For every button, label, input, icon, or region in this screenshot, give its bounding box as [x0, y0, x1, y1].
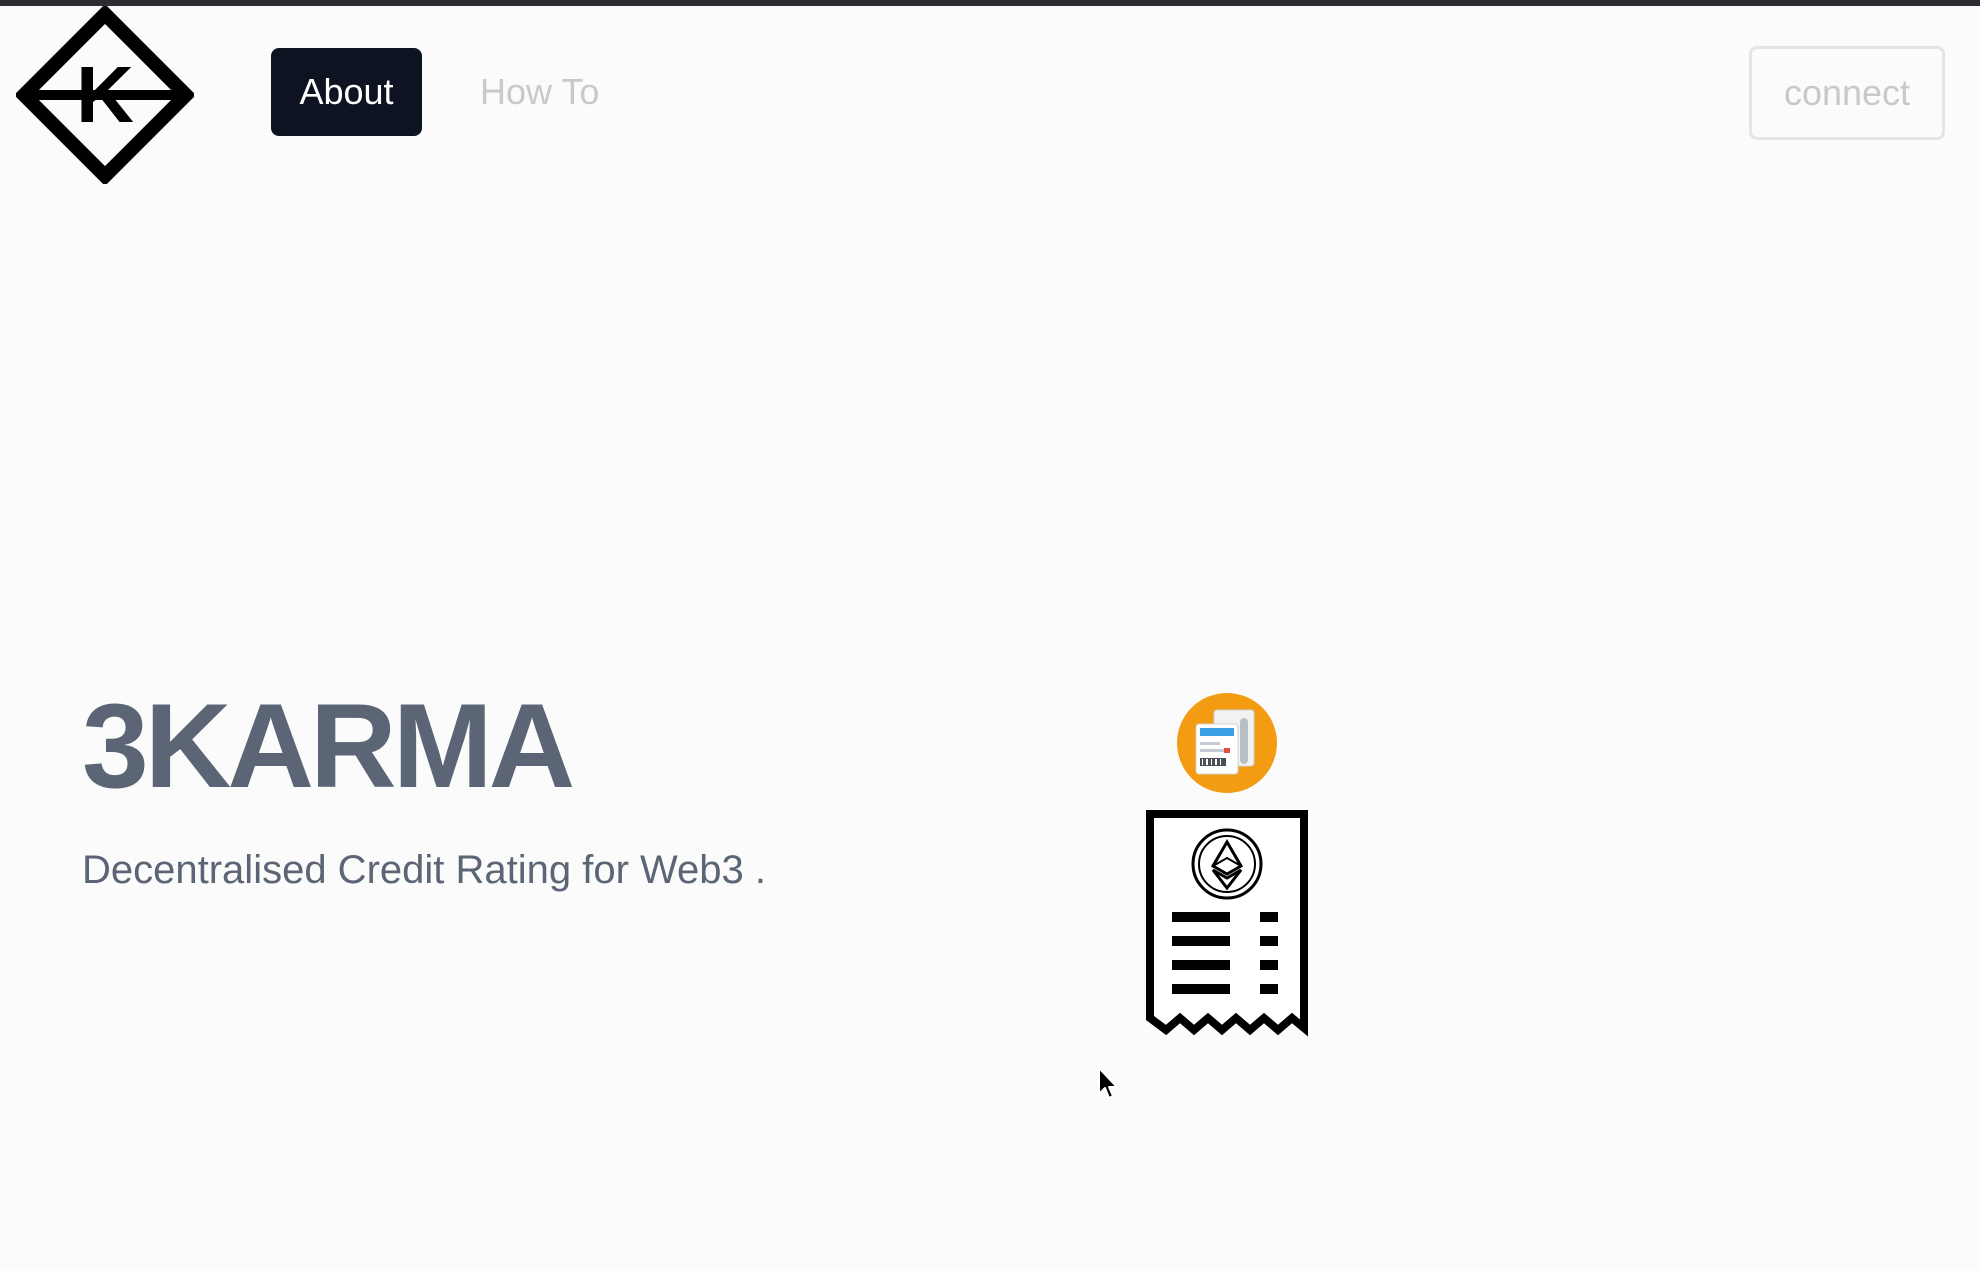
- mouse-pointer-icon: [1098, 1067, 1118, 1099]
- logo-letter: K: [76, 50, 134, 139]
- top-border: [0, 0, 1980, 6]
- page: K About How To connect 3KARMA Decentrali…: [0, 0, 1980, 1270]
- documents-badge-icon: [1177, 693, 1277, 793]
- hero-title: 3KARMA: [82, 679, 575, 813]
- diamond-k-logo[interactable]: K: [16, 6, 194, 184]
- main-nav: About How To: [271, 48, 623, 136]
- nav-about-button[interactable]: About: [271, 48, 422, 136]
- nav-howto-link[interactable]: How To: [456, 48, 623, 136]
- connect-button[interactable]: connect: [1749, 46, 1945, 140]
- hero-subtitle: Decentralised Credit Rating for Web3 .: [82, 848, 767, 892]
- ethereum-receipt-icon: [1146, 810, 1308, 1037]
